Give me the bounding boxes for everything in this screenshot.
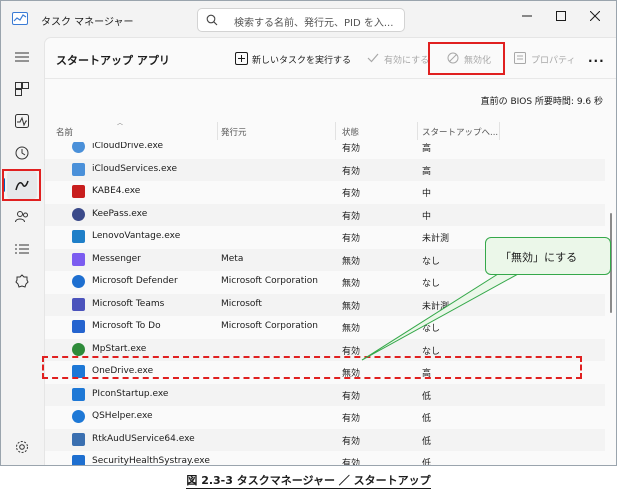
annotation-callout: 「無効」にする: [485, 237, 611, 275]
callout-text: 「無効」にする: [500, 251, 578, 264]
caption-text: 図 2.3-3 タスクマネージャー ／ スタートアップ: [186, 474, 431, 489]
figure-caption: 図 2.3-3 タスクマネージャー ／ スタートアップ: [0, 472, 617, 489]
